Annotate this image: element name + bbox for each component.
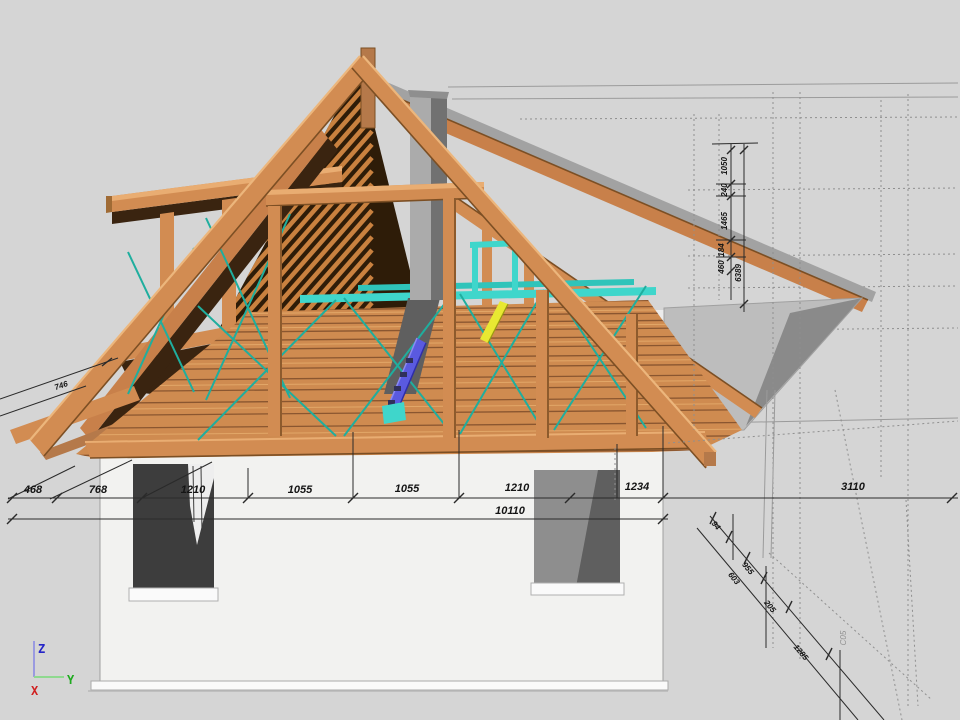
base-slab [91,681,668,690]
dim-total-label[interactable]: 6389 [734,264,743,282]
grid-axis-label: C05 [839,630,848,645]
post-2[interactable] [443,198,456,438]
x-axis-label: X [31,684,39,698]
z-axis-label: Z [38,642,45,656]
dim-label[interactable]: 1055 [288,484,313,496]
dim-label[interactable]: 1050 [720,157,729,175]
dim-label[interactable]: 468 [23,484,43,496]
dim-label[interactable]: 460 [717,260,726,275]
window-right-sill [531,583,624,595]
dim-label[interactable]: 768 [89,484,108,496]
window-left-sill [129,588,218,601]
viewport-3d[interactable]: 468 768 1210 1055 1055 1210 1234 3110 10… [0,0,960,720]
dim-label[interactable]: 1210 [505,482,530,494]
rafter-tail-cut [704,452,716,466]
dim-label[interactable]: 1465 [720,212,729,230]
window-right[interactable] [531,470,624,595]
dim-label[interactable]: 184 [717,243,726,257]
dim-label[interactable]: 3110 [841,481,866,493]
dim-total-label[interactable]: 10110 [495,505,526,517]
post-3[interactable] [536,290,549,438]
dim-label[interactable]: 1210 [181,484,206,496]
dim-label[interactable]: 240 [720,183,729,198]
masonry-storey[interactable] [88,425,668,691]
post-1[interactable] [268,206,282,436]
cyan-frame-left[interactable] [472,242,478,298]
y-axis-label: Y [67,673,75,687]
dim-label[interactable]: 1055 [395,483,420,495]
dim-label[interactable]: 1234 [625,481,649,493]
